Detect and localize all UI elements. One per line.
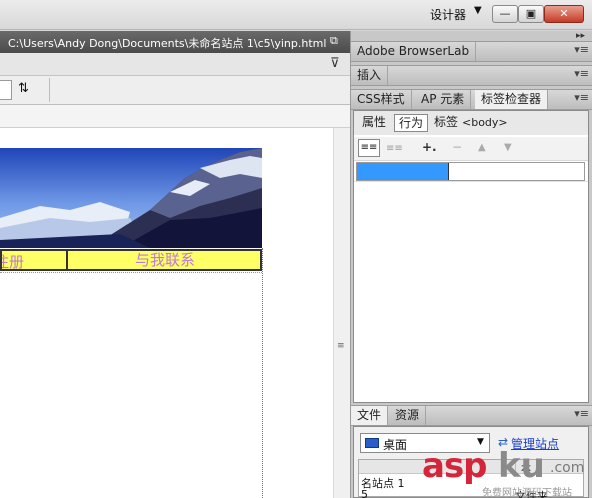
show-all-events-button[interactable]: ≡≡ bbox=[386, 143, 403, 154]
sort-icon[interactable]: ⇅ bbox=[18, 81, 29, 96]
tab-behaviors[interactable]: 行为 bbox=[394, 114, 429, 132]
tab-css-styles[interactable]: CSS样式 bbox=[351, 90, 412, 109]
tab-tag-inspector[interactable]: 标签检查器 bbox=[475, 90, 549, 109]
nav-cell-register[interactable]: 注册 bbox=[2, 251, 68, 269]
related-files-bar: ⊽ bbox=[0, 53, 350, 76]
restore-window-icon[interactable]: ⧉ bbox=[330, 34, 338, 48]
tab-files[interactable]: 文件 bbox=[351, 406, 389, 425]
panel-menu-icon[interactable]: ▾≡ bbox=[574, 43, 589, 56]
document-title-bar: C:\Users\Andy Dong\Documents\未命名站点 1\c5\… bbox=[0, 31, 350, 53]
tab-assets[interactable]: 资源 bbox=[389, 406, 427, 425]
tag-panel-bar: CSS样式 AP 元素 标签检查器 ▾≡ bbox=[351, 89, 592, 110]
behavior-event-cell[interactable] bbox=[357, 163, 448, 180]
mountain-banner-image bbox=[0, 148, 262, 248]
panel-dock: ▸▸ Adobe BrowserLab ▾≡ 插入 ▾≡ CSS样式 AP 元素… bbox=[350, 31, 592, 498]
tab-attributes[interactable]: 属性 bbox=[358, 114, 390, 132]
site-select-value: 桌面 bbox=[383, 438, 408, 452]
navigation-table: 注册 与我联系 bbox=[0, 249, 262, 271]
remove-behavior-button[interactable]: − bbox=[452, 140, 462, 154]
nav-link-register[interactable]: 注册 bbox=[2, 251, 24, 269]
maximize-button[interactable]: ▣ bbox=[518, 5, 544, 23]
watermark-subtitle: 免费网站源码下载站 bbox=[482, 488, 572, 498]
watermark-logo: asp ku .com 免费网站源码下载站 bbox=[422, 446, 592, 498]
watermark-ku: ku bbox=[498, 446, 545, 486]
application-bar: 设计器 ▼ — ▣ ✕ bbox=[0, 0, 592, 30]
document-path: C:\Users\Andy Dong\Documents\未命名站点 1\c5\… bbox=[8, 37, 327, 50]
banner-illustration bbox=[0, 148, 262, 248]
nav-cell-contact[interactable]: 与我联系 bbox=[70, 251, 260, 269]
minimize-button[interactable]: — bbox=[492, 5, 518, 23]
splitter-grip-icon[interactable]: ≡ bbox=[337, 341, 345, 351]
collapse-panels-icon[interactable]: ▸▸ bbox=[576, 31, 585, 41]
document-toolbar: ⇅ bbox=[0, 76, 350, 105]
panel-menu-icon[interactable]: ▾≡ bbox=[574, 407, 589, 420]
watermark-asp: asp bbox=[422, 446, 488, 486]
move-up-button[interactable]: ▲ bbox=[478, 142, 486, 153]
add-behavior-button[interactable]: +. bbox=[422, 140, 437, 154]
close-button[interactable]: ✕ bbox=[544, 5, 584, 23]
vertical-scrollbar[interactable] bbox=[333, 128, 350, 498]
panel-menu-icon[interactable]: ▾≡ bbox=[574, 91, 589, 104]
layout-guide-horizontal bbox=[0, 272, 262, 273]
move-down-button[interactable]: ▼ bbox=[504, 142, 512, 153]
workspace-switcher-label[interactable]: 设计器 bbox=[430, 6, 466, 23]
panel-menu-icon[interactable]: ▾≡ bbox=[574, 67, 589, 80]
current-tag-name: <body> bbox=[462, 116, 508, 129]
filter-icon[interactable]: ⊽ bbox=[330, 56, 340, 71]
document-ruler bbox=[0, 105, 350, 128]
tag-inspector-subtabs: 属性 行为 标签 <body> bbox=[354, 111, 588, 135]
title-input[interactable] bbox=[0, 80, 12, 100]
chevron-down-icon[interactable]: ▼ bbox=[474, 5, 482, 16]
browserlab-panel-bar: Adobe BrowserLab ▾≡ bbox=[351, 41, 592, 62]
files-panel-bar: 文件 资源 ▾≡ bbox=[351, 405, 592, 426]
behavior-row[interactable] bbox=[356, 162, 585, 181]
tab-ap-elements[interactable]: AP 元素 bbox=[415, 90, 472, 109]
watermark-domain: .com bbox=[550, 460, 585, 476]
behaviors-toolbar: ≡≡ ≡≡ +. − ▲ ▼ bbox=[354, 137, 588, 161]
desktop-icon bbox=[365, 438, 379, 448]
list-item[interactable]: 5 bbox=[361, 488, 368, 498]
layout-guide-vertical bbox=[262, 248, 263, 498]
row-divider bbox=[354, 181, 588, 182]
tab-adobe-browserlab[interactable]: Adobe BrowserLab bbox=[351, 42, 477, 61]
insert-panel-bar: 插入 ▾≡ bbox=[351, 65, 592, 86]
tag-inspector-panel: 属性 行为 标签 <body> ≡≡ ≡≡ +. − ▲ ▼ bbox=[353, 110, 589, 403]
show-set-events-button[interactable]: ≡≡ bbox=[358, 139, 380, 157]
behavior-action-cell[interactable] bbox=[448, 163, 584, 180]
tab-insert[interactable]: 插入 bbox=[351, 66, 389, 85]
toolbar-divider bbox=[49, 78, 50, 102]
